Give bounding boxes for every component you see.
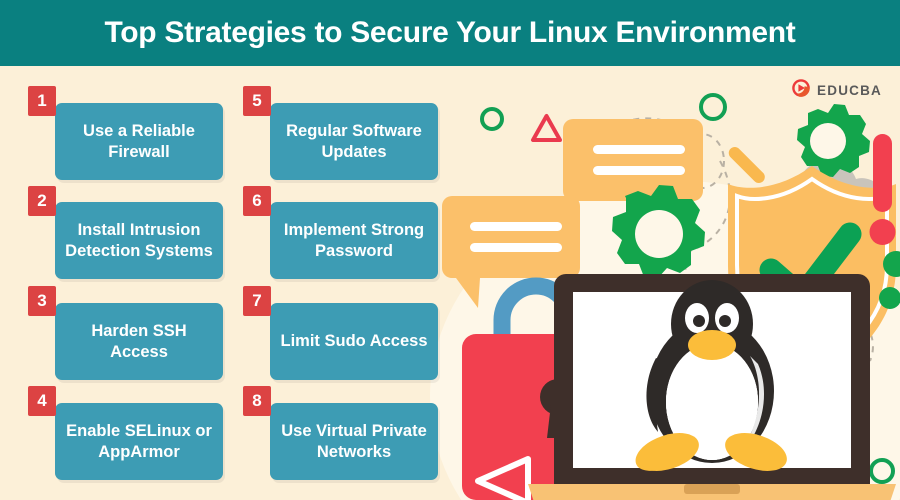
strategy-card-8[interactable]: Use Virtual Private Networks: [270, 403, 438, 480]
educba-logo-text: EDUCBA: [817, 83, 882, 98]
strategy-card-7[interactable]: Limit Sudo Access: [270, 303, 438, 380]
strategy-badge-5: 5: [243, 86, 271, 116]
strategy-badge-3: 3: [28, 286, 56, 316]
strategy-card-2[interactable]: Install Intrusion Detection Systems: [55, 202, 223, 279]
strategy-card-4[interactable]: Enable SELinux or AppArmor: [55, 403, 223, 480]
orange-cross-icon: [728, 146, 765, 184]
strategy-card-6[interactable]: Implement Strong Password: [270, 202, 438, 279]
strategy-card-3[interactable]: Harden SSH Access: [55, 303, 223, 380]
strategy-badge-1: 1: [28, 86, 56, 116]
strategy-badge-2: 2: [28, 186, 56, 216]
strategy-badge-7: 7: [243, 286, 271, 316]
red-triangle-outline-icon: [531, 114, 562, 142]
infographic-root: Top Strategies to Secure Your Linux Envi…: [0, 0, 900, 500]
red-exclamation-icon: [869, 134, 896, 245]
page-title: Top Strategies to Secure Your Linux Envi…: [104, 16, 796, 49]
laptop-base: [528, 484, 896, 500]
strategy-card-1[interactable]: Use a Reliable Firewall: [55, 103, 223, 180]
illustration-panel: [430, 66, 900, 500]
strategy-badge-6: 6: [243, 186, 271, 216]
laptop-with-linux-penguin: [554, 274, 870, 486]
strategy-card-5[interactable]: Regular Software Updates: [270, 103, 438, 180]
strategy-badge-4: 4: [28, 386, 56, 416]
strategy-badge-8: 8: [243, 386, 271, 416]
educba-logo[interactable]: EDUCBA: [791, 78, 882, 103]
educba-play-mark-icon: [791, 78, 811, 103]
